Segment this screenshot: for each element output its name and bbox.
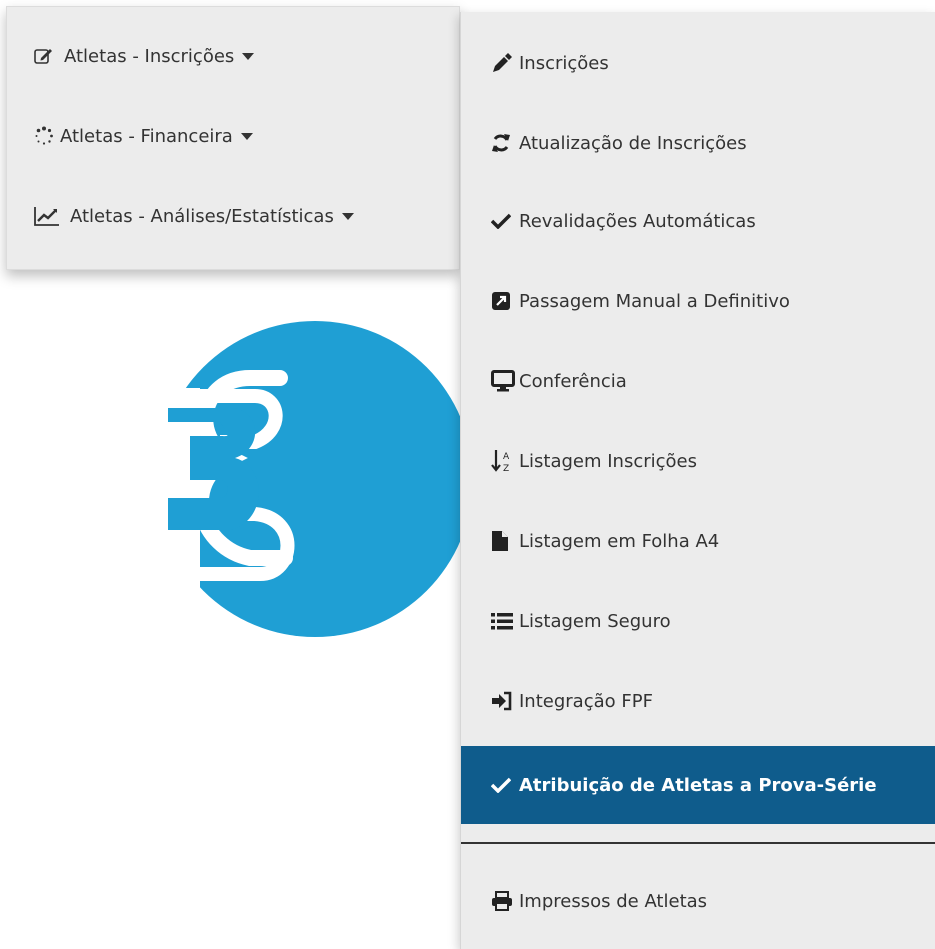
submenu-label: Inscrições: [519, 52, 609, 74]
list-icon: [491, 612, 519, 630]
submenu-divider: [461, 842, 935, 844]
submenu-label: Listagem em Folha A4: [519, 530, 720, 552]
submenu-item-passagem-manual[interactable]: Passagem Manual a Definitivo: [461, 262, 935, 340]
submenu-label: Impressos de Atletas: [519, 890, 708, 912]
sign-in-icon: [491, 691, 519, 711]
sort-alpha-icon: AZ: [491, 449, 519, 473]
submenu-item-revalidacoes[interactable]: Revalidações Automáticas: [461, 182, 935, 260]
submenu-label: Listagem Inscrições: [519, 450, 698, 472]
file-icon: [491, 530, 519, 552]
submenu-label: Revalidações Automáticas: [519, 210, 756, 232]
menu-label: Atletas - Financeira: [60, 125, 233, 147]
caret-down-icon: [242, 52, 255, 60]
submenu-label: Listagem Seguro: [519, 610, 671, 632]
brand-logo: [160, 318, 470, 640]
left-dropdown-menu: Atletas - Inscrições Atletas - Financeir…: [6, 6, 460, 270]
submenu-item-listagem-seguro[interactable]: Listagem Seguro: [461, 582, 935, 660]
external-link-square-icon: [491, 291, 519, 311]
submenu-label: Integração FPF: [519, 690, 653, 712]
submenu-label: Passagem Manual a Definitivo: [519, 290, 790, 312]
caret-down-icon: [341, 212, 354, 220]
desktop-icon: [491, 370, 519, 392]
edit-icon: [34, 47, 64, 65]
svg-text:A: A: [503, 452, 510, 462]
submenu-item-impressos[interactable]: Impressos de Atletas: [461, 862, 935, 940]
menu-atletas-inscricoes[interactable]: Atletas - Inscrições: [34, 41, 255, 71]
submenu-item-atualizacao[interactable]: Atualização de Inscrições: [461, 104, 935, 182]
submenu-item-integracao-fpf[interactable]: Integração FPF: [461, 662, 935, 740]
line-chart-icon: [34, 206, 70, 226]
menu-label: Atletas - Inscrições: [64, 45, 235, 67]
menu-atletas-financeira[interactable]: Atletas - Financeira: [34, 121, 253, 151]
submenu-label: Atualização de Inscrições: [519, 132, 747, 154]
submenu-label: Atribuição de Atletas a Prova-Série: [519, 774, 877, 796]
submenu-item-listagem-a4[interactable]: Listagem em Folha A4: [461, 502, 935, 580]
submenu-label: Conferência: [519, 370, 627, 392]
refresh-icon: [491, 133, 519, 153]
check-icon: [491, 777, 519, 793]
spinner-icon: [34, 126, 60, 146]
inscricoes-submenu: Inscrições Atualização de Inscrições Rev…: [460, 12, 935, 949]
caret-down-icon: [240, 132, 253, 140]
menu-atletas-analises[interactable]: Atletas - Análises/Estatísticas: [34, 201, 354, 231]
submenu-item-atribuicao-prova-serie[interactable]: Atribuição de Atletas a Prova-Série: [461, 746, 935, 824]
submenu-item-inscricoes[interactable]: Inscrições: [461, 24, 935, 102]
submenu-item-conferencia[interactable]: Conferência: [461, 342, 935, 420]
svg-text:Z: Z: [503, 464, 509, 473]
eyedropper-icon: [491, 52, 519, 74]
menu-label: Atletas - Análises/Estatísticas: [70, 205, 334, 227]
print-icon: [491, 891, 519, 911]
check-icon: [491, 213, 519, 229]
submenu-item-listagem-inscricoes[interactable]: AZ Listagem Inscrições: [461, 422, 935, 500]
